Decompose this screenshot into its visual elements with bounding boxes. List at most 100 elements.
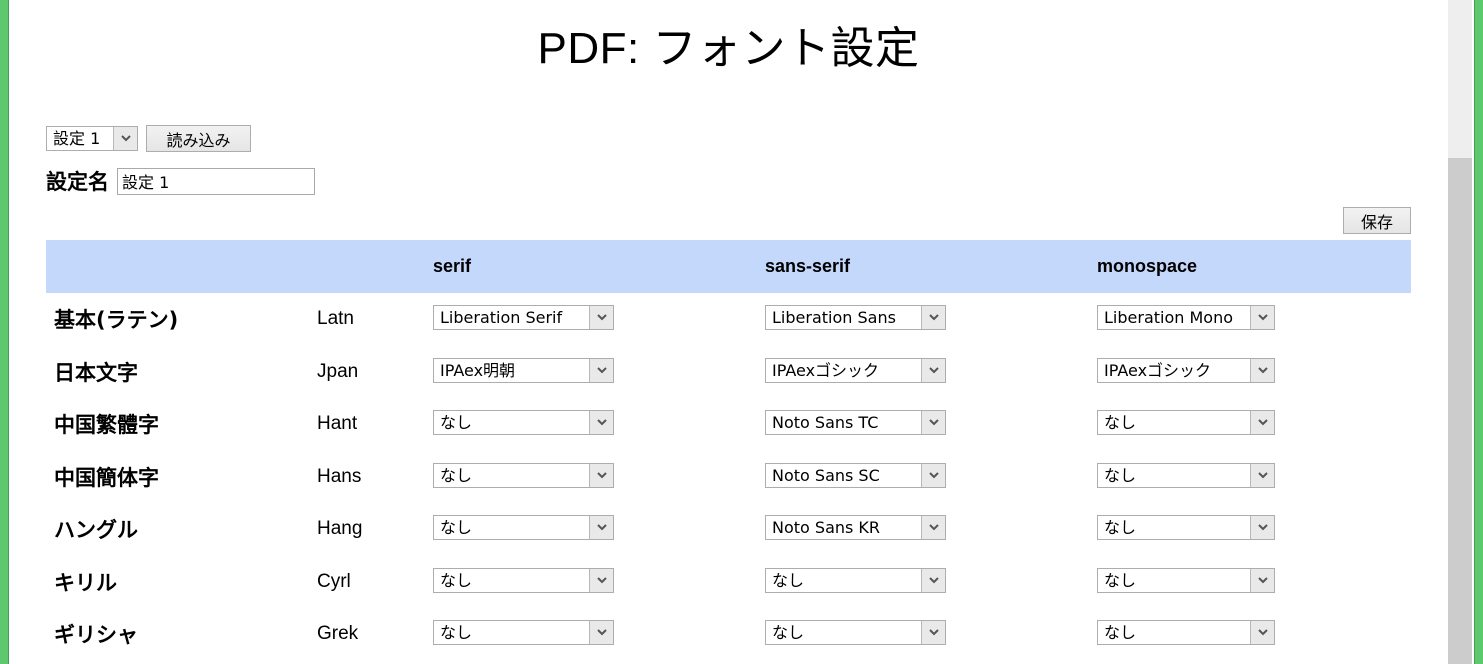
preset-name-row: 設定名 (46, 166, 315, 196)
sans-serif-font-value: IPAexゴシック (772, 360, 880, 380)
font-table: serif sans-serif monospace 基本(ラテン) Latn … (46, 240, 1411, 661)
sans-serif-font-select[interactable]: Noto Sans KR (765, 515, 946, 541)
chevron-down-icon[interactable] (589, 621, 613, 645)
serif-font-value: なし (440, 518, 473, 538)
serif-font-value: Liberation Serif (440, 308, 563, 328)
script-name: ギリシャ (54, 623, 138, 648)
table-row: ハングル Hang なし Noto Sans KR なし (46, 503, 1411, 556)
chevron-down-icon[interactable] (921, 568, 945, 592)
preset-name-label: 設定名 (46, 170, 109, 194)
chevron-down-icon[interactable] (921, 358, 945, 382)
sans-serif-font-select[interactable]: IPAexゴシック (765, 357, 946, 383)
serif-font-select[interactable]: なし (433, 620, 614, 646)
sans-serif-font-value: Noto Sans TC (772, 413, 879, 433)
serif-font-value: なし (440, 465, 473, 485)
scrollbar-thumb[interactable] (1448, 158, 1472, 664)
monospace-font-select[interactable]: IPAexゴシック (1097, 357, 1275, 383)
monospace-font-value: IPAexゴシック (1104, 360, 1212, 380)
script-code: Latn (317, 308, 354, 330)
table-row: 中国簡体字 Hans なし Noto Sans SC なし (46, 451, 1411, 504)
chevron-down-icon[interactable] (113, 127, 137, 150)
sans-serif-font-value: Liberation Sans (772, 308, 896, 328)
table-row: 基本(ラテン) Latn Liberation Serif Liberation… (46, 293, 1411, 346)
serif-font-value: なし (440, 570, 473, 590)
monospace-font-select[interactable]: なし (1097, 620, 1275, 646)
load-button[interactable]: 読み込み (146, 125, 251, 152)
sans-serif-font-select[interactable]: Liberation Sans (765, 305, 946, 331)
preset-row: 設定 1 読み込み (46, 125, 251, 152)
sans-serif-font-value: Noto Sans SC (772, 465, 880, 485)
chevron-down-icon[interactable] (589, 516, 613, 540)
serif-font-select[interactable]: Liberation Serif (433, 305, 614, 331)
column-header-language (46, 240, 317, 293)
sans-serif-font-value: なし (772, 623, 805, 643)
script-name: ハングル (54, 518, 138, 543)
serif-font-select[interactable]: なし (433, 462, 614, 488)
script-name: 中国繁體字 (54, 413, 159, 438)
monospace-font-value: なし (1104, 570, 1137, 590)
script-code: Grek (317, 623, 359, 645)
chevron-down-icon[interactable] (1250, 621, 1274, 645)
chevron-down-icon[interactable] (589, 568, 613, 592)
chevron-down-icon[interactable] (1250, 463, 1274, 487)
script-code: Hans (317, 465, 362, 487)
serif-font-select[interactable]: IPAex明朝 (433, 357, 614, 383)
vertical-scrollbar[interactable] (1448, 0, 1472, 664)
preset-select[interactable]: 設定 1 (46, 126, 138, 151)
script-code: Cyrl (317, 570, 351, 592)
chevron-down-icon[interactable] (921, 621, 945, 645)
table-row: 中国繁體字 Hant なし Noto Sans TC なし (46, 398, 1411, 451)
chevron-down-icon[interactable] (1250, 306, 1274, 330)
serif-font-value: なし (440, 413, 473, 433)
serif-font-select[interactable]: なし (433, 515, 614, 541)
chevron-down-icon[interactable] (589, 411, 613, 435)
column-header-code (317, 240, 433, 293)
script-name: 日本文字 (54, 360, 138, 385)
chevron-down-icon[interactable] (1250, 568, 1274, 592)
window-frame-left (0, 0, 9, 664)
sans-serif-font-select[interactable]: なし (765, 567, 946, 593)
column-header-serif: serif (433, 256, 472, 276)
monospace-font-value: なし (1104, 413, 1137, 433)
serif-font-select[interactable]: なし (433, 410, 614, 436)
font-settings-page: PDF: フォント設定 設定 1 読み込み 設定名 保存 serif sans-… (46, 0, 1411, 664)
column-header-sans-serif: sans-serif (765, 256, 851, 276)
table-row: 日本文字 Jpan IPAex明朝 IPAexゴシック IPAexゴシック (46, 346, 1411, 399)
save-button[interactable]: 保存 (1343, 207, 1411, 234)
chevron-down-icon[interactable] (589, 463, 613, 487)
chevron-down-icon[interactable] (921, 463, 945, 487)
table-header-row: serif sans-serif monospace (46, 240, 1411, 293)
sans-serif-font-select[interactable]: Noto Sans TC (765, 410, 946, 436)
chevron-down-icon[interactable] (1250, 358, 1274, 382)
script-code: Hant (317, 413, 358, 435)
sans-serif-font-value: なし (772, 570, 805, 590)
table-row: キリル Cyrl なし なし なし (46, 556, 1411, 609)
sans-serif-font-select[interactable]: Noto Sans SC (765, 462, 946, 488)
monospace-font-select[interactable]: Liberation Mono (1097, 305, 1275, 331)
chevron-down-icon[interactable] (1250, 411, 1274, 435)
monospace-font-select[interactable]: なし (1097, 567, 1275, 593)
preset-name-input[interactable] (117, 167, 315, 195)
monospace-font-select[interactable]: なし (1097, 515, 1275, 541)
table-row: ギリシャ Grek なし なし なし (46, 608, 1411, 661)
window-frame-right (1474, 0, 1483, 664)
chevron-down-icon[interactable] (921, 306, 945, 330)
chevron-down-icon[interactable] (589, 306, 613, 330)
script-name: キリル (54, 570, 117, 595)
chevron-down-icon[interactable] (1250, 516, 1274, 540)
serif-font-select[interactable]: なし (433, 567, 614, 593)
column-header-monospace: monospace (1097, 256, 1198, 276)
serif-font-value: IPAex明朝 (440, 360, 516, 380)
monospace-font-value: なし (1104, 518, 1137, 538)
script-code: Hang (317, 518, 363, 540)
monospace-font-select[interactable]: なし (1097, 462, 1275, 488)
script-name: 中国簡体字 (54, 465, 159, 490)
sans-serif-font-select[interactable]: なし (765, 620, 946, 646)
script-code: Jpan (317, 360, 359, 382)
page-title: PDF: フォント設定 (537, 24, 920, 73)
monospace-font-value: なし (1104, 623, 1137, 643)
chevron-down-icon[interactable] (921, 516, 945, 540)
monospace-font-select[interactable]: なし (1097, 410, 1275, 436)
chevron-down-icon[interactable] (921, 411, 945, 435)
chevron-down-icon[interactable] (589, 358, 613, 382)
